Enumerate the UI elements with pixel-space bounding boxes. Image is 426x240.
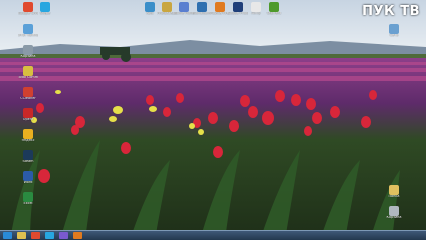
desktop-shortcut[interactable]: Корзина bbox=[18, 45, 38, 59]
desktop-shortcut[interactable]: Steam bbox=[18, 150, 38, 164]
desktop-shortcut[interactable]: Этот компьютер bbox=[18, 24, 38, 38]
desktop-shortcut-label: Папка bbox=[388, 195, 400, 198]
explorer-icon[interactable] bbox=[17, 232, 26, 239]
utorrent-icon bbox=[269, 2, 279, 12]
desktop-shortcut-label: Bandicam bbox=[193, 12, 211, 15]
firefox-taskbar-icon[interactable] bbox=[73, 232, 82, 239]
desktop-shortcut-label: Сеть bbox=[389, 34, 399, 37]
skype-icon bbox=[40, 2, 50, 12]
desktop-shortcut-label: Opera bbox=[22, 118, 34, 121]
desktop-shortcut-label: Этот компьютер bbox=[18, 34, 38, 37]
folder-icon bbox=[389, 185, 399, 195]
chrome-icon bbox=[23, 2, 33, 12]
desktop-shortcut-label: Корзина bbox=[386, 216, 402, 219]
desktop-shortcut[interactable]: Opera bbox=[18, 108, 38, 122]
desktop-shortcut-label: Excel bbox=[23, 202, 33, 205]
watermark-logo: ПУК ТВ bbox=[362, 4, 420, 19]
steam-icon bbox=[23, 150, 33, 160]
photoscape-icon bbox=[162, 2, 172, 12]
bandicam-icon bbox=[197, 2, 207, 12]
desktop-shortcut-label: Movie Maker bbox=[174, 12, 194, 15]
desktop-shortcut[interactable]: Adobe Photoshop bbox=[228, 2, 248, 16]
recycle-bin-icon bbox=[23, 45, 33, 55]
network-icon bbox=[389, 24, 399, 34]
desktop-shortcut[interactable]: Корзина bbox=[384, 206, 404, 220]
desktop-shortcut-label: Steam bbox=[22, 160, 34, 163]
start-icon[interactable] bbox=[3, 232, 12, 239]
taskbar bbox=[0, 230, 426, 240]
word-icon bbox=[23, 171, 33, 181]
desktop-shortcut[interactable]: Utorrent bbox=[264, 2, 284, 16]
total-commander-icon bbox=[23, 66, 33, 76]
chrome-taskbar-icon[interactable] bbox=[31, 232, 40, 239]
desktop-shortcut[interactable]: Яндекс bbox=[18, 129, 38, 143]
excel-icon bbox=[23, 192, 33, 202]
computer-icon bbox=[23, 24, 33, 34]
desktop-shortcut[interactable]: Aimp bbox=[246, 2, 266, 16]
movie-maker-icon bbox=[179, 2, 189, 12]
desktop-shortcut[interactable]: Word bbox=[18, 171, 38, 185]
desktop-shortcut-label: Word bbox=[23, 181, 33, 184]
desktop-shortcut[interactable]: Skype bbox=[35, 2, 55, 16]
aimp-icon bbox=[251, 2, 261, 12]
desktop-shortcut-label: Utorrent bbox=[266, 12, 282, 15]
desktop-shortcut-label: Яндекс bbox=[21, 139, 35, 142]
desktop-shortcut-label: Корзина bbox=[20, 55, 36, 58]
opera-icon bbox=[23, 108, 33, 118]
desktop-shortcut[interactable]: Папка bbox=[384, 185, 404, 199]
desktop-shortcut-label: Skype bbox=[39, 12, 51, 15]
desktop-shortcut[interactable]: CCleaner bbox=[18, 87, 38, 101]
desktop-shortcut-label: Aimp bbox=[251, 12, 261, 15]
desktop-shortcut[interactable]: Excel bbox=[18, 192, 38, 206]
media-taskbar-icon[interactable] bbox=[59, 232, 68, 239]
desktop-shortcut-label: Mozilla Firefox bbox=[210, 12, 230, 15]
desktop-shortcut[interactable]: Bandicam bbox=[192, 2, 212, 16]
desktop-shortcut[interactable]: Mozilla Firefox bbox=[210, 2, 230, 16]
desktop-shortcut-label: Total Commander bbox=[18, 76, 38, 79]
yandex-icon bbox=[23, 129, 33, 139]
desktop-shortcut-label: CCleaner bbox=[20, 97, 36, 100]
desktop-shortcut[interactable]: Сеть bbox=[384, 24, 404, 38]
kodi-icon bbox=[145, 2, 155, 12]
desktop-shortcut[interactable]: Movie Maker bbox=[174, 2, 194, 16]
photoshop-icon bbox=[233, 2, 243, 12]
firefox-icon bbox=[215, 2, 225, 12]
ccleaner-icon bbox=[23, 87, 33, 97]
desktop-shortcut-label: Adobe Photoshop bbox=[228, 12, 248, 15]
desktop-wallpaper bbox=[0, 0, 426, 240]
desktop-shortcut[interactable]: Total Commander bbox=[18, 66, 38, 80]
recycle-bin-right-icon bbox=[389, 206, 399, 216]
skype-taskbar-icon[interactable] bbox=[45, 232, 54, 239]
